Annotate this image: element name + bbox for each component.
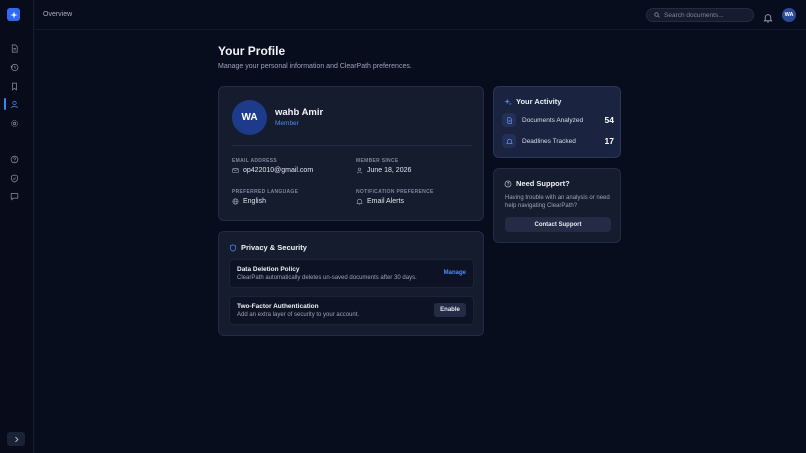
sidebar (0, 0, 34, 453)
privacy-title: Privacy & Security (229, 243, 307, 252)
user-icon (356, 167, 363, 174)
breadcrumb[interactable]: Overview (43, 11, 72, 18)
user-role-badge: Member (275, 120, 299, 127)
profile-card: WA wahb Amir Member EMAIL ADDRESS op4220… (218, 86, 484, 221)
notification-value: Email Alerts (356, 198, 404, 205)
email-value: op422010@gmail.com (232, 167, 313, 174)
page-subtitle: Manage your personal information and Cle… (218, 63, 412, 70)
profile-avatar: WA (232, 100, 267, 135)
document-icon (11, 44, 18, 52)
help-icon (10, 155, 18, 163)
data-deletion-row: Data Deletion Policy ClearPath automatic… (229, 259, 474, 288)
sidebar-item-security[interactable] (8, 172, 20, 184)
shield-icon (230, 243, 236, 252)
sparkle-icon (9, 10, 18, 19)
member-since-text: June 18, 2026 (367, 167, 412, 174)
user-name: wahb Amir (275, 107, 324, 118)
manage-link[interactable]: Manage (444, 270, 466, 276)
search-icon (654, 12, 660, 18)
email-label: EMAIL ADDRESS (232, 158, 278, 164)
page-title: Your Profile (218, 44, 286, 58)
contact-support-button[interactable]: Contact Support (505, 217, 611, 232)
sidebar-item-messages[interactable] (8, 190, 20, 202)
row-description: ClearPath automatically deletes un-saved… (237, 275, 417, 281)
stat-documents-analyzed: Documents Analyzed 54 (502, 113, 614, 127)
bell-icon (763, 14, 773, 23)
stat-value: 54 (604, 115, 614, 125)
mail-icon (232, 168, 239, 173)
notification-label: NOTIFICATION PREFERENCE (356, 189, 434, 195)
chevron-right-icon (14, 436, 18, 442)
notification-text: Email Alerts (367, 198, 404, 205)
row-title: Data Deletion Policy (237, 266, 300, 273)
stat-label: Documents Analyzed (522, 116, 584, 124)
support-title-text: Need Support? (516, 179, 570, 188)
sidebar-item-documents[interactable] (8, 42, 20, 54)
help-icon (504, 180, 512, 187)
user-icon (10, 100, 18, 108)
sidebar-item-help[interactable] (8, 153, 20, 165)
globe-icon (232, 198, 239, 205)
sidebar-collapse-button[interactable] (7, 432, 25, 446)
member-since-label: MEMBER SINCE (356, 158, 399, 164)
sidebar-item-bookmarks[interactable] (8, 80, 20, 92)
stat-label: Deadlines Tracked (522, 137, 576, 145)
document-icon (502, 113, 516, 127)
message-icon (10, 192, 18, 201)
sidebar-item-settings[interactable] (8, 117, 20, 129)
privacy-security-card: Privacy & Security Data Deletion Policy … (218, 231, 484, 336)
top-bar: Overview WA (34, 0, 806, 30)
bell-icon (502, 134, 516, 148)
notifications-button[interactable] (763, 10, 773, 23)
two-factor-row: Two-Factor Authentication Add an extra l… (229, 296, 474, 325)
bell-icon (356, 198, 363, 205)
language-value: English (232, 198, 266, 205)
sidebar-item-history[interactable] (8, 61, 20, 73)
search-box[interactable] (646, 8, 754, 22)
app-logo-icon[interactable] (7, 8, 20, 21)
activity-card: Your Activity Documents Analyzed 54 Dead… (493, 86, 621, 158)
divider (232, 145, 472, 146)
support-card: Need Support? Having trouble with an ana… (493, 168, 621, 243)
support-title: Need Support? (504, 179, 570, 188)
sidebar-item-profile[interactable] (8, 98, 20, 110)
activity-title: Your Activity (504, 97, 561, 106)
history-icon (10, 63, 18, 71)
sparkle-icon (504, 98, 512, 105)
member-since-value: June 18, 2026 (356, 167, 411, 174)
email-text: op422010@gmail.com (243, 167, 314, 174)
stat-deadlines-tracked: Deadlines Tracked 17 (502, 134, 614, 148)
enable-2fa-button[interactable]: Enable (434, 303, 466, 317)
activity-title-text: Your Activity (516, 97, 562, 106)
stat-value: 17 (604, 136, 614, 146)
language-text: English (243, 198, 266, 205)
shield-icon (10, 174, 18, 182)
language-label: PREFERRED LANGUAGE (232, 189, 299, 195)
gear-icon (10, 119, 18, 127)
row-title: Two-Factor Authentication (237, 303, 319, 310)
search-input[interactable] (664, 11, 749, 19)
privacy-title-text: Privacy & Security (241, 243, 307, 252)
bookmark-icon (11, 82, 17, 91)
support-description: Having trouble with an analysis or need … (505, 195, 610, 209)
active-indicator (4, 98, 6, 110)
row-description: Add an extra layer of security to your a… (237, 312, 360, 318)
avatar[interactable]: WA (782, 8, 796, 22)
